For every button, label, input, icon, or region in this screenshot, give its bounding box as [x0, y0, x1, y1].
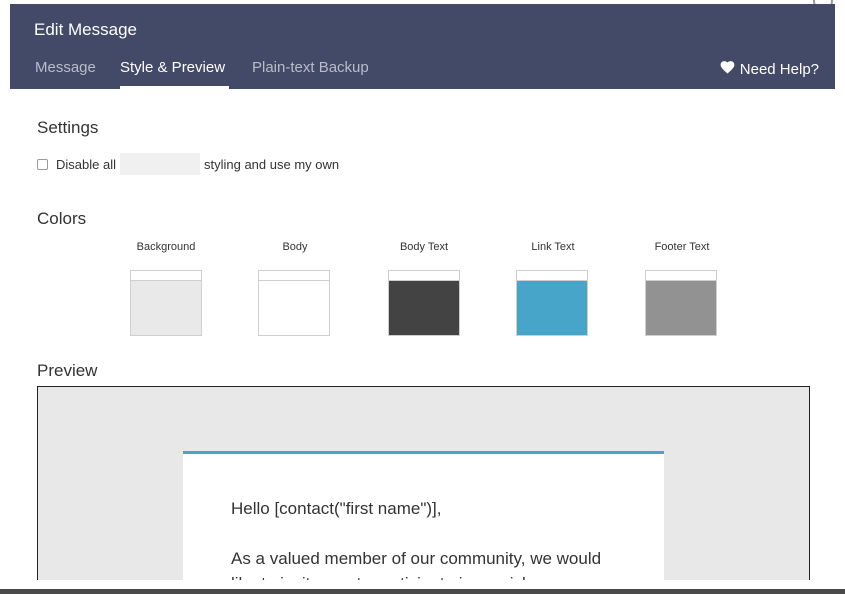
redacted-brand-name — [119, 153, 200, 175]
body-text-color-swatch[interactable] — [388, 270, 460, 336]
heart-icon — [720, 60, 735, 78]
tab-plain-text-backup[interactable]: Plain-text Backup — [252, 59, 369, 76]
disable-styling-suffix: styling and use my own — [203, 156, 340, 172]
swatch-label-body-text: Body Text — [399, 241, 449, 253]
swatch-fill — [389, 280, 459, 335]
body-color-swatch[interactable] — [258, 270, 330, 336]
swatch-fill — [517, 280, 587, 335]
need-help-label: Need Help? — [739, 60, 819, 78]
email-body-text: As a valued member of our community, we … — [231, 549, 602, 568]
footer-text-color-swatch[interactable] — [645, 270, 717, 336]
modal-header: Edit Message Message Style & Preview Pla… — [10, 4, 835, 89]
swatch-label-body: Body — [282, 241, 308, 253]
colors-heading: Colors — [37, 209, 87, 228]
email-greeting: Hello [contact("first name")], — [231, 499, 442, 518]
settings-heading: Settings — [37, 118, 99, 137]
need-help-link[interactable]: Need Help? — [720, 60, 819, 78]
swatch-fill — [259, 280, 329, 335]
tab-message[interactable]: Message — [35, 59, 96, 76]
tab-style-preview[interactable]: Style & Preview — [120, 59, 225, 76]
active-tab-indicator — [120, 86, 229, 89]
bottom-edge — [0, 589, 845, 594]
modal-title: Edit Message — [34, 20, 137, 39]
link-text-color-swatch[interactable] — [516, 270, 588, 336]
background-color-swatch[interactable] — [130, 270, 202, 336]
swatch-fill — [131, 280, 201, 335]
disable-styling-checkbox[interactable] — [37, 158, 48, 170]
swatch-label-link-text: Link Text — [531, 241, 575, 253]
swatch-label-background: Background — [136, 241, 196, 253]
swatch-label-footer-text: Footer Text — [654, 241, 710, 253]
email-preview: Hello [contact("first name")], As a valu… — [37, 386, 810, 586]
preview-heading: Preview — [37, 361, 98, 380]
disable-styling-prefix: Disable all — [56, 156, 116, 172]
email-preview-body: Hello [contact("first name")], As a valu… — [183, 451, 664, 585]
swatch-fill — [646, 280, 716, 335]
disable-styling-row: Disable all styling and use my own — [37, 153, 339, 175]
